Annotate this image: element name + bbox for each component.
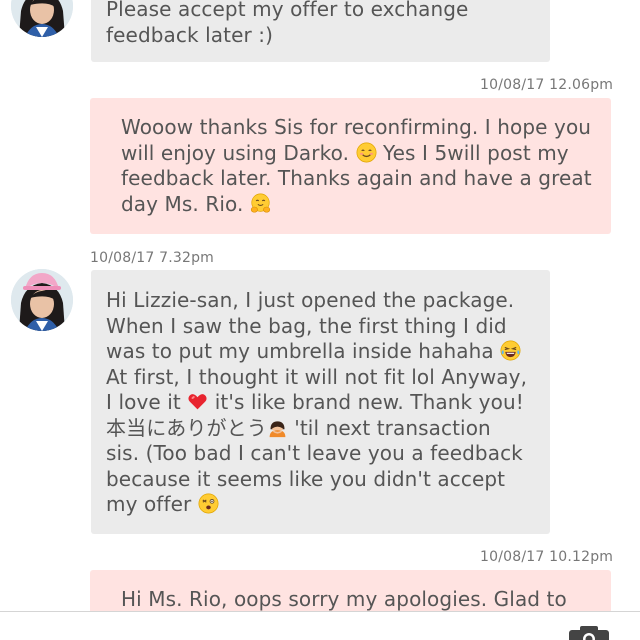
smiling-blush-emoji	[356, 142, 376, 162]
message-bubble-incoming[interactable]: Please accept my offer to exchange feedb…	[91, 0, 550, 62]
message-text: 'til next transaction	[287, 415, 491, 440]
message-timestamp: 10/08/17 7.32pm	[90, 250, 215, 266]
message-timestamp: 10/08/17 10.12pm	[480, 549, 614, 565]
message-text: Yes I 5will post my	[376, 140, 569, 165]
hugging-face-emoji	[250, 193, 270, 213]
message-line: was to put my umbrella inside hahaha	[106, 339, 535, 365]
message-line: feedback later :)	[106, 22, 274, 47]
dizzy-face-emoji	[198, 493, 219, 514]
message-line: Hi Ms. Rio, oops sorry my apologies. Gla…	[121, 587, 567, 611]
message-input-bar[interactable]	[0, 611, 640, 640]
avatar[interactable]	[11, 269, 73, 331]
avatar-image	[11, 0, 73, 37]
message-timestamp: 10/08/17 12.06pm	[480, 77, 614, 93]
message-line: I love it it's like brand new. Thank you…	[106, 390, 535, 416]
chat-screen: Please accept my offer to exchange feedb…	[0, 0, 640, 640]
camera-button[interactable]	[566, 625, 612, 640]
message-line: my offer	[106, 492, 535, 518]
message-bubble-incoming[interactable]: Hi Lizzie-san, I just opened the package…	[91, 270, 550, 534]
message-line: day Ms. Rio.	[121, 192, 596, 218]
message-line: feedback later. Thanks again and have a …	[121, 166, 592, 190]
message-line: Please accept my offer to exchange	[106, 0, 469, 21]
laughing-tears-emoji	[500, 340, 521, 361]
message-line: because it seems like you didn't accept	[106, 466, 506, 491]
message-line: When I saw the bag, the first thing I di…	[106, 313, 507, 338]
message-text: will enjoy using Darko.	[121, 140, 350, 165]
message-text: my offer	[106, 492, 198, 516]
bowing-person-emoji	[269, 420, 286, 437]
message-line: Hi Lizzie-san, I just opened the package…	[106, 288, 515, 312]
avatar[interactable]	[11, 0, 73, 37]
message-line: Wooow thanks Sis for reconfirming. I hop…	[121, 115, 592, 139]
message-line: 本当にありがとう 'til next transaction	[106, 416, 535, 442]
message-line: will enjoy using Darko. Yes I 5will post…	[121, 141, 596, 167]
camera-icon	[569, 626, 609, 640]
avatar-image	[11, 269, 73, 331]
message-text: was to put my umbrella inside hahaha	[106, 339, 501, 363]
message-line: At first, I thought it will not fit lol …	[106, 364, 528, 389]
message-text: I love it	[106, 390, 188, 414]
message-text: day Ms. Rio.	[121, 191, 250, 216]
message-line: sis. (Too bad I can't leave you a feedba…	[106, 441, 523, 465]
red-heart-emoji	[188, 394, 207, 410]
message-text: 本当にありがとう	[106, 415, 267, 440]
message-bubble-outgoing[interactable]: Wooow thanks Sis for reconfirming. I hop…	[90, 98, 611, 234]
message-text: it's like brand new. Thank you!	[208, 390, 524, 414]
